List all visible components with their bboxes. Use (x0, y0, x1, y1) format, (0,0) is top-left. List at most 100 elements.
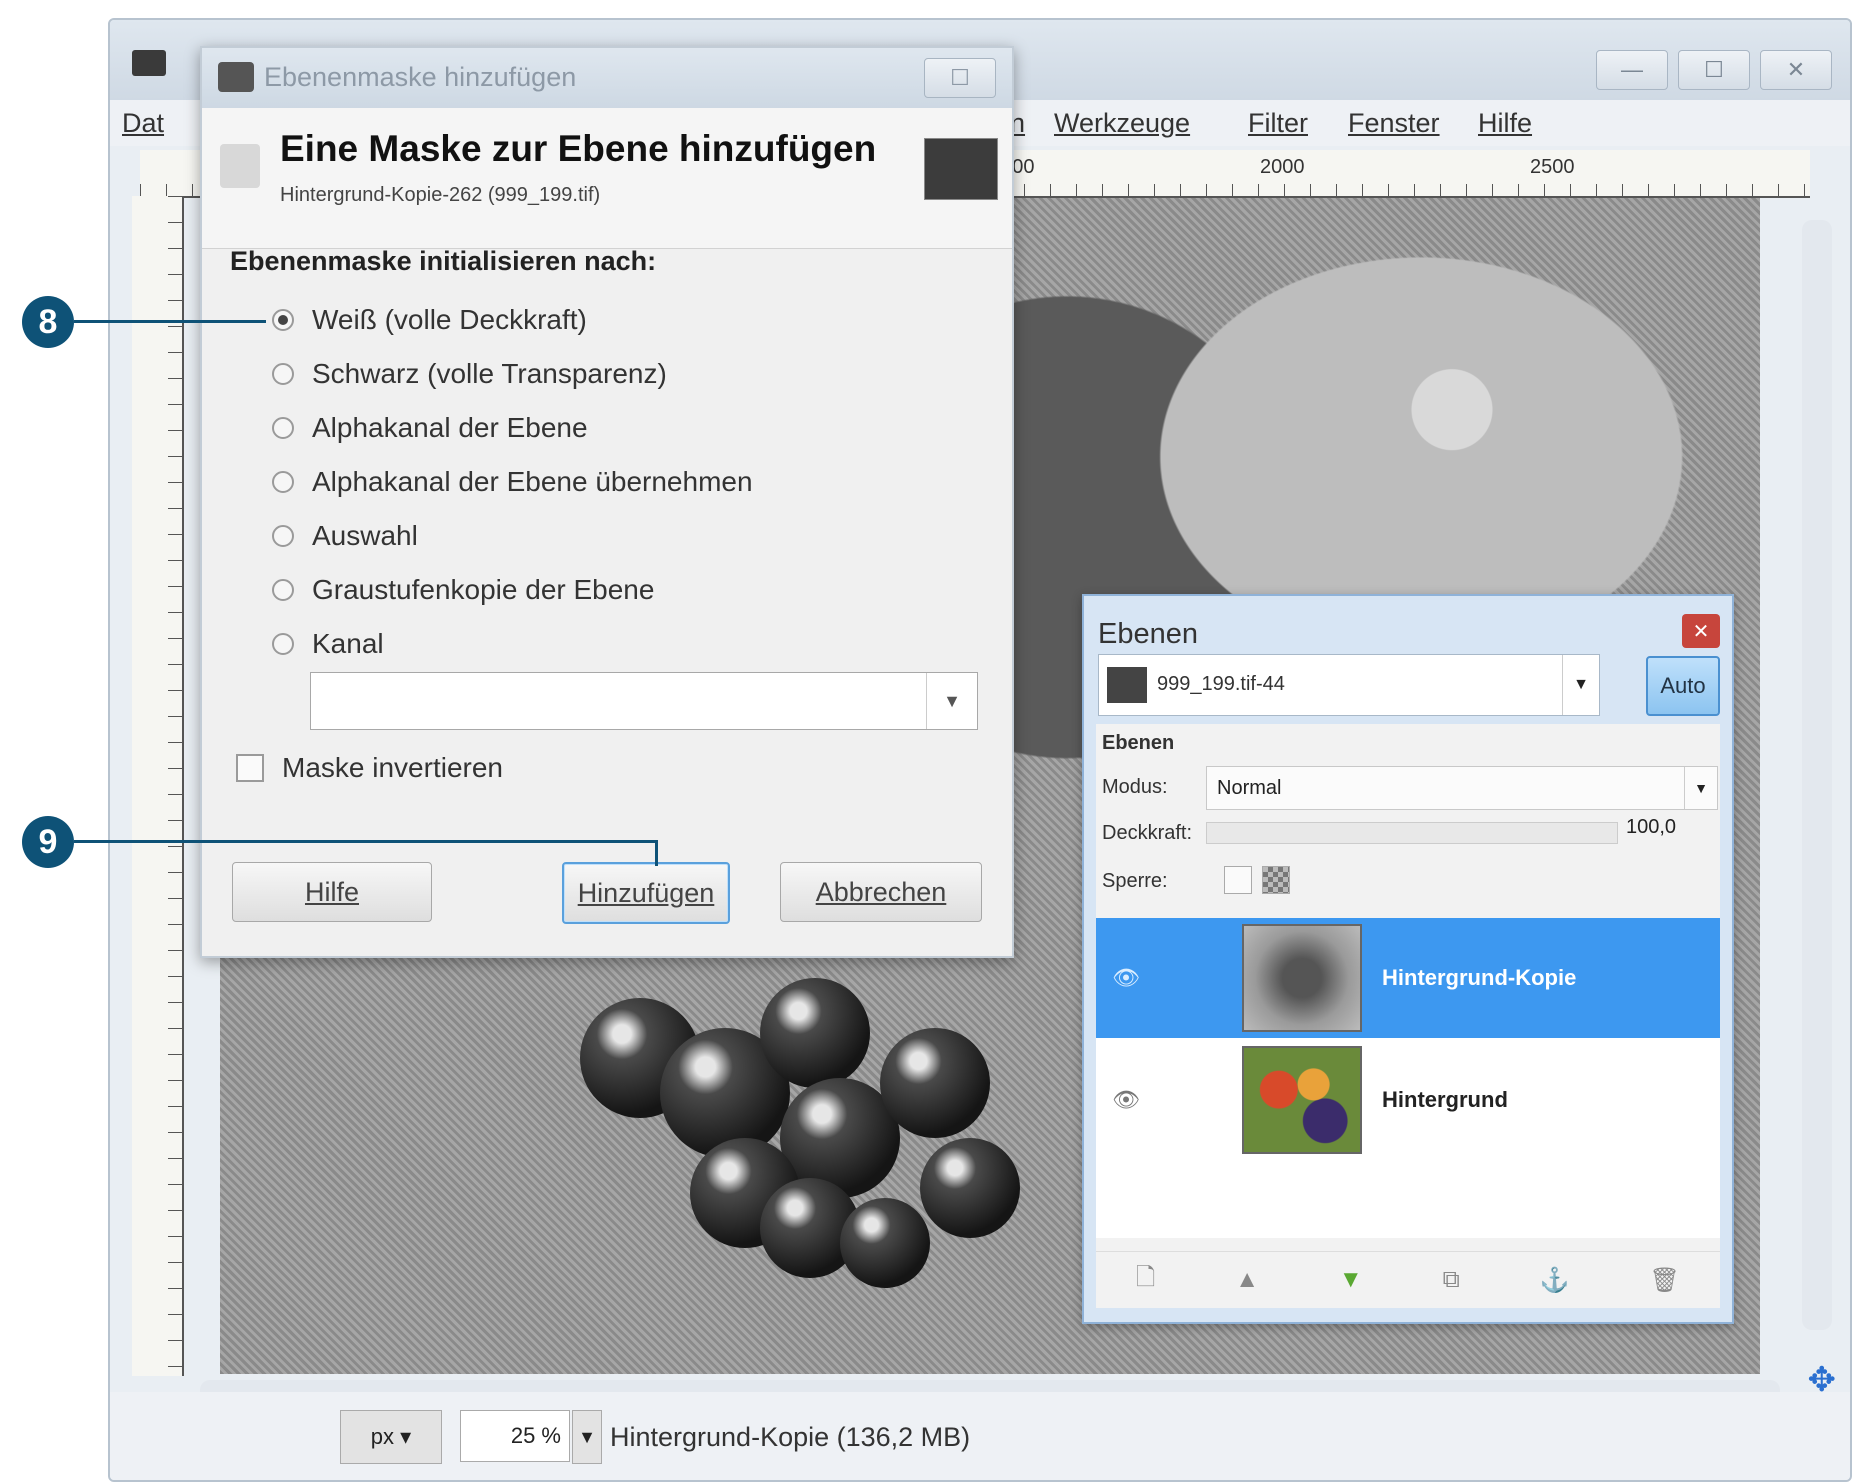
add-button-label: Hinzufügen (577, 877, 715, 908)
dialog-subheading: Hintergrund-Kopie-262 (999_199.tif) (280, 184, 601, 206)
eye-icon[interactable]: 👁 (1112, 1087, 1140, 1113)
radio-transfer-layer-alpha[interactable]: Alphakanal der Ebene übernehmen (272, 462, 753, 502)
dialog-header: Eine Maske zur Ebene hinzufügen Hintergr… (202, 108, 1012, 249)
chevron-down-icon[interactable]: ▼ (926, 673, 977, 729)
eye-icon[interactable]: 👁 (1112, 965, 1140, 991)
layers-toolbar: 🗋 ▲ ▼ ⧉ ⚓ 🗑 (1096, 1251, 1720, 1308)
add-layer-mask-dialog: Ebenenmaske hinzufügen ☐ Eine Maske zur … (200, 46, 1014, 958)
opacity-label: Deckkraft: (1102, 822, 1193, 844)
dialog-close-button[interactable]: ☐ (924, 58, 996, 98)
radio-button[interactable] (272, 471, 294, 493)
radio-grayscale-copy[interactable]: Graustufenkopie der Ebene (272, 570, 654, 610)
cancel-button[interactable]: Abbrechen (780, 862, 982, 922)
callout-9-line (74, 840, 658, 843)
image-select[interactable]: 999_199.tif-44 ▼ (1098, 654, 1600, 716)
lower-layer-icon[interactable]: ▼ (1339, 1266, 1363, 1294)
layer-name: Hintergrund-Kopie (1382, 965, 1577, 990)
menu-file[interactable]: Dat (122, 108, 164, 139)
menu-help[interactable]: Hilfe (1478, 108, 1532, 139)
layer-preview-thumbnail (924, 138, 998, 200)
close-icon[interactable]: ✕ (1682, 614, 1720, 648)
radio-label: Auswahl (312, 520, 418, 551)
new-layer-icon[interactable]: 🗋 (1136, 1260, 1155, 1301)
lock-alpha-icon[interactable] (1262, 866, 1290, 894)
auto-button[interactable]: Auto (1646, 656, 1720, 716)
radio-label: Alphakanal der Ebene (312, 412, 588, 443)
radio-selection[interactable]: Auswahl (272, 516, 418, 556)
invert-mask-checkbox[interactable] (236, 754, 264, 782)
mode-select[interactable]: Normal ▼ (1206, 766, 1718, 810)
lock-pixels-checkbox[interactable] (1224, 866, 1252, 894)
layers-dock-title: Ebenen (1098, 618, 1198, 650)
init-mask-label: Ebenenmaske initialisieren nach: (230, 246, 657, 276)
close-button[interactable]: ✕ (1760, 50, 1832, 90)
radio-label: Weiß (volle Deckkraft) (312, 304, 587, 335)
radio-label: Schwarz (volle Transparenz) (312, 358, 667, 389)
gimp-dialog-icon (218, 62, 254, 92)
chevron-down-icon[interactable]: ▼ (1684, 767, 1717, 809)
delete-layer-icon[interactable]: 🗑 (1650, 1266, 1680, 1295)
layer-name: Hintergrund (1382, 1087, 1508, 1112)
menu-tools[interactable]: Werkzeuge (1054, 108, 1190, 139)
callout-9: 9 (22, 816, 74, 868)
ruler-label: 2000 (1260, 156, 1305, 178)
menu-filters[interactable]: Filter (1248, 108, 1308, 139)
invert-mask-row[interactable]: Maske invertieren (236, 748, 503, 788)
menu-windows[interactable]: Fenster (1348, 108, 1440, 139)
dialog-title: Ebenenmaske hinzufügen (264, 62, 577, 92)
help-button[interactable]: Hilfe (232, 862, 432, 922)
gimp-app-icon (132, 50, 166, 76)
radio-button[interactable] (272, 579, 294, 601)
layer-thumbnail (1242, 1046, 1362, 1154)
chevron-down-icon[interactable]: ▼ (1562, 655, 1599, 715)
raise-layer-icon[interactable]: ▲ (1235, 1266, 1259, 1294)
zoom-dropdown-icon[interactable]: ▼ (572, 1410, 602, 1464)
grape-image-detail (840, 1198, 930, 1288)
status-layer-info: Hintergrund-Kopie (136,2 MB) (610, 1422, 971, 1452)
callout-8-line (74, 320, 266, 323)
grape-image-detail (920, 1138, 1020, 1238)
radio-label: Kanal (312, 628, 384, 659)
lock-label: Sperre: (1102, 870, 1168, 892)
layer-row-hintergrund-kopie[interactable]: 👁 Hintergrund-Kopie (1096, 918, 1720, 1038)
callout-9-line (655, 840, 658, 866)
window-controls: — ☐ ✕ (1596, 50, 1832, 90)
add-button[interactable]: Hinzufügen (562, 862, 730, 924)
layers-dock: Ebenen ✕ 999_199.tif-44 ▼ Auto Ebenen Mo… (1082, 594, 1734, 1324)
radio-button[interactable] (272, 525, 294, 547)
mode-value: Normal (1217, 777, 1282, 799)
radio-layer-alpha[interactable]: Alphakanal der Ebene (272, 408, 588, 448)
dialog-titlebar: Ebenenmaske hinzufügen ☐ (202, 48, 1012, 108)
radio-label: Graustufenkopie der Ebene (312, 574, 655, 605)
radio-white-full-opacity[interactable]: Weiß (volle Deckkraft) (272, 300, 587, 340)
layers-panel: Ebenen Modus: Normal ▼ Deckkraft: 100,0 … (1096, 724, 1720, 1308)
ruler-label: 2500 (1530, 156, 1575, 178)
radio-button[interactable] (272, 417, 294, 439)
channel-select[interactable]: ▼ (310, 672, 978, 730)
anchor-layer-icon[interactable]: ⚓ (1540, 1266, 1570, 1295)
layer-mask-icon (220, 144, 260, 188)
duplicate-layer-icon[interactable]: ⧉ (1443, 1266, 1460, 1294)
radio-label: Alphakanal der Ebene übernehmen (312, 466, 753, 497)
unit-select[interactable]: px ▾ (340, 1410, 442, 1464)
layer-row-hintergrund[interactable]: 👁 Hintergrund (1096, 1040, 1720, 1160)
maximize-button[interactable]: ☐ (1678, 50, 1750, 90)
help-button-label: Hilfe (304, 876, 359, 907)
radio-button[interactable] (272, 309, 294, 331)
radio-button[interactable] (272, 633, 294, 655)
vertical-ruler (132, 196, 184, 1376)
zoom-input[interactable]: 25 % (460, 1410, 570, 1462)
grape-image-detail (760, 978, 870, 1088)
radio-channel[interactable]: Kanal (272, 624, 384, 664)
radio-black-full-transparency[interactable]: Schwarz (volle Transparenz) (272, 354, 667, 394)
statusbar: px ▾ 25 % ▼ Hintergrund-Kopie (136,2 MB) (110, 1392, 1850, 1480)
opacity-value[interactable]: 100,0 (1626, 816, 1676, 839)
layers-section-title: Ebenen (1102, 732, 1175, 754)
radio-button[interactable] (272, 363, 294, 385)
opacity-slider[interactable] (1206, 822, 1618, 844)
grape-image-detail (880, 1028, 990, 1138)
vertical-scrollbar[interactable] (1802, 220, 1832, 1330)
dialog-heading: Eine Maske zur Ebene hinzufügen (280, 128, 877, 169)
minimize-button[interactable]: — (1596, 50, 1668, 90)
mode-label: Modus: (1102, 776, 1168, 798)
